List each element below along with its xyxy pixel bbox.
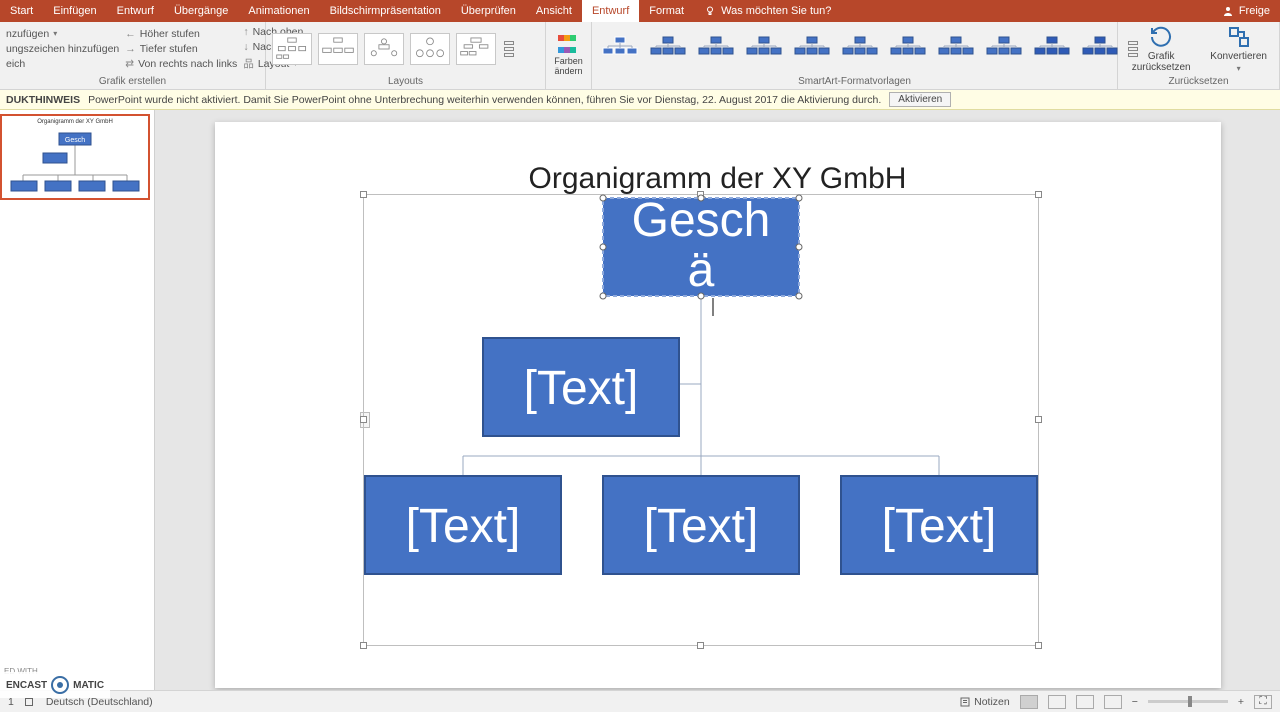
tab-start[interactable]: Start bbox=[0, 0, 43, 22]
person-icon bbox=[1222, 5, 1234, 17]
layouts-more-button[interactable] bbox=[502, 41, 516, 57]
notice-prefix: DUKTHINWEIS bbox=[6, 94, 80, 106]
group-label-layouts: Layouts bbox=[266, 75, 545, 89]
style-option-10[interactable] bbox=[1030, 34, 1074, 64]
group-label-reset: Zurücksetzen bbox=[1118, 75, 1279, 89]
create-col-2: ← Höher stufen → Tiefer stufen ⇄ Von rec… bbox=[125, 28, 237, 70]
create-col-1: nzufügen ▾ ungszeichen hinzufügen eich bbox=[6, 28, 119, 70]
slide[interactable]: Organigramm der XY GmbH ◂ bbox=[215, 122, 1221, 688]
svg-text:ä: ä bbox=[687, 244, 714, 297]
layout-option-2[interactable] bbox=[318, 33, 358, 65]
share-label: Freige bbox=[1239, 5, 1270, 17]
style-option-1[interactable] bbox=[598, 34, 642, 64]
view-sorter-button[interactable] bbox=[1048, 695, 1066, 709]
zoom-out-button[interactable]: − bbox=[1132, 696, 1138, 708]
style-option-5[interactable] bbox=[790, 34, 834, 64]
svg-text:Gesch: Gesch bbox=[631, 194, 770, 247]
style-option-3[interactable] bbox=[694, 34, 738, 64]
thumb-preview-icon: Gesch bbox=[5, 125, 145, 195]
tab-uebergaenge[interactable]: Übergänge bbox=[164, 0, 238, 22]
slide-canvas-area[interactable]: Organigramm der XY GmbH ◂ bbox=[155, 110, 1280, 690]
reset-icon bbox=[1149, 25, 1173, 49]
style-option-7[interactable] bbox=[886, 34, 930, 64]
activation-notice: DUKTHINWEIS PowerPoint wurde nicht aktiv… bbox=[0, 90, 1280, 110]
layout-option-4[interactable] bbox=[410, 33, 450, 65]
zoom-in-button[interactable]: + bbox=[1238, 696, 1244, 708]
add-bullet-button[interactable]: ungszeichen hinzufügen bbox=[6, 43, 119, 55]
layout-option-3[interactable] bbox=[364, 33, 404, 65]
ribbon-tabs: Start Einfügen Entwurf Übergänge Animati… bbox=[0, 0, 694, 22]
svg-text:[Text]: [Text] bbox=[523, 362, 638, 415]
record-icon bbox=[51, 676, 69, 694]
svg-text:[Text]: [Text] bbox=[643, 500, 758, 553]
slide-thumbnails-panel: Organigramm der XY GmbH Gesch bbox=[0, 110, 155, 690]
tab-entwurf[interactable]: Entwurf bbox=[107, 0, 164, 22]
style-option-8[interactable] bbox=[934, 34, 978, 64]
tab-bildschirmpraesentation[interactable]: Bildschirmpräsentation bbox=[320, 0, 451, 22]
style-option-11[interactable] bbox=[1078, 34, 1122, 64]
share-button[interactable]: Freige bbox=[1212, 0, 1280, 22]
tab-format[interactable]: Format bbox=[639, 0, 694, 22]
tell-me-search[interactable]: Was möchten Sie tun? bbox=[694, 0, 1212, 22]
group-label-create: Grafik erstellen bbox=[0, 75, 265, 89]
style-option-9[interactable] bbox=[982, 34, 1026, 64]
view-reading-button[interactable] bbox=[1076, 695, 1094, 709]
notice-text: PowerPoint wurde nicht aktiviert. Damit … bbox=[88, 94, 881, 106]
demote-button[interactable]: → Tiefer stufen bbox=[125, 43, 237, 55]
tab-ueberpruefen[interactable]: Überprüfen bbox=[451, 0, 526, 22]
tab-ansicht[interactable]: Ansicht bbox=[526, 0, 582, 22]
convert-icon bbox=[1227, 25, 1251, 49]
rtl-button[interactable]: ⇄ Von rechts nach links bbox=[125, 58, 237, 70]
tab-einfuegen[interactable]: Einfügen bbox=[43, 0, 106, 22]
group-layouts: Layouts bbox=[266, 22, 546, 89]
group-reset: Grafik zurücksetzen Konvertieren▾ Zurück… bbox=[1118, 22, 1280, 89]
change-colors-button[interactable]: Farben ändern bbox=[552, 32, 585, 76]
color-swatch-icon bbox=[558, 32, 580, 54]
text-pane-button[interactable]: eich bbox=[6, 58, 119, 70]
view-slideshow-button[interactable] bbox=[1104, 695, 1122, 709]
fit-slide-button[interactable]: ⛶ bbox=[1254, 695, 1272, 709]
group-colors: Farben ändern bbox=[546, 22, 592, 89]
add-shape-button[interactable]: nzufügen ▾ bbox=[6, 28, 119, 40]
group-label-styles: SmartArt-Formatvorlagen bbox=[592, 75, 1117, 89]
style-option-6[interactable] bbox=[838, 34, 882, 64]
tab-smartart-entwurf[interactable]: Entwurf bbox=[582, 0, 639, 22]
slide-thumbnail-1[interactable]: Organigramm der XY GmbH Gesch bbox=[0, 114, 150, 200]
style-option-4[interactable] bbox=[742, 34, 786, 64]
group-styles: /* style thumbs generated below */ Smart… bbox=[592, 22, 1118, 89]
status-bar: 1 Deutsch (Deutschland) Notizen − + ⛶ bbox=[0, 690, 1280, 712]
smartart-graphic[interactable]: Gesch ä [Text] [Text] [Text] [Text] bbox=[363, 194, 1039, 646]
ribbon-tabbar: Start Einfügen Entwurf Übergänge Animati… bbox=[0, 0, 1280, 22]
promote-button[interactable]: ← Höher stufen bbox=[125, 28, 237, 40]
svg-text:[Text]: [Text] bbox=[405, 500, 520, 553]
tell-me-label: Was möchten Sie tun? bbox=[721, 5, 831, 17]
svg-text:Gesch: Gesch bbox=[65, 137, 85, 144]
zoom-slider[interactable] bbox=[1148, 700, 1228, 703]
layout-option-1[interactable] bbox=[272, 33, 312, 65]
layout-option-5[interactable] bbox=[456, 33, 496, 65]
ribbon: nzufügen ▾ ungszeichen hinzufügen eich ←… bbox=[0, 22, 1280, 90]
notes-button[interactable]: Notizen bbox=[959, 696, 1010, 708]
group-grafik-erstellen: nzufügen ▾ ungszeichen hinzufügen eich ←… bbox=[0, 22, 266, 89]
convert-button[interactable]: Konvertieren▾ bbox=[1204, 25, 1273, 73]
svg-text:[Text]: [Text] bbox=[881, 500, 996, 553]
reset-graphic-button[interactable]: Grafik zurücksetzen bbox=[1124, 25, 1198, 73]
activate-button[interactable]: Aktivieren bbox=[889, 92, 951, 107]
lightbulb-icon bbox=[704, 5, 716, 17]
work-area: Organigramm der XY GmbH Gesch Organigram… bbox=[0, 110, 1280, 690]
view-normal-button[interactable] bbox=[1020, 695, 1038, 709]
recorder-watermark: ENCAST MATIC bbox=[0, 672, 110, 698]
style-option-2[interactable] bbox=[646, 34, 690, 64]
notes-icon bbox=[959, 696, 971, 708]
tab-animationen[interactable]: Animationen bbox=[238, 0, 319, 22]
